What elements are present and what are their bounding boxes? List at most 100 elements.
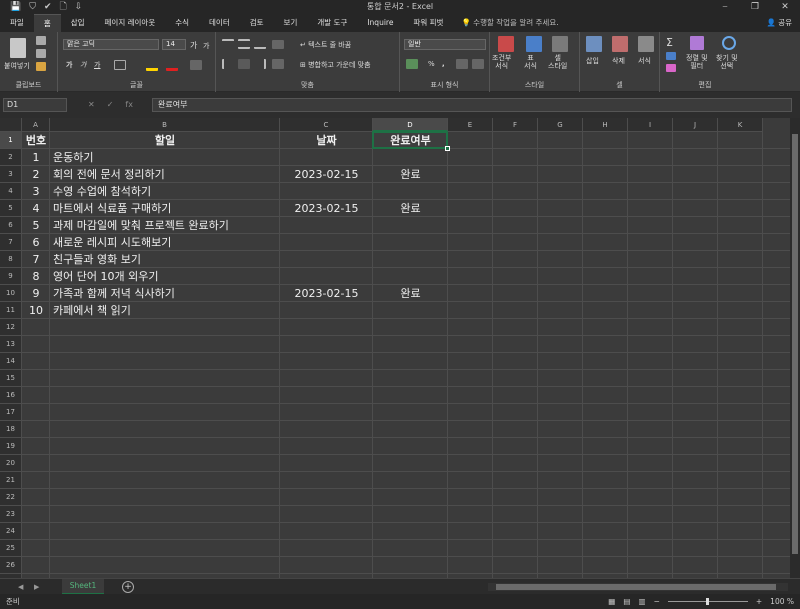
row-header-1[interactable]: 1: [0, 132, 22, 149]
increase-decimal-icon[interactable]: [456, 59, 468, 69]
cell-a2[interactable]: 1: [22, 149, 50, 166]
horizontal-scrollbar[interactable]: [488, 583, 788, 591]
cell-a6[interactable]: 5: [22, 217, 50, 234]
tab-insert[interactable]: 삽입: [61, 14, 95, 32]
zoom-slider[interactable]: [667, 598, 748, 605]
phonetic-icon[interactable]: [190, 60, 202, 70]
cell-b11[interactable]: 카페에서 책 읽기: [53, 302, 131, 319]
cell-c1[interactable]: 날짜: [280, 132, 373, 149]
cut-icon[interactable]: [36, 36, 46, 45]
cell-a9[interactable]: 8: [22, 268, 50, 285]
format-cells-icon[interactable]: [638, 36, 654, 52]
align-middle-icon[interactable]: [238, 39, 250, 49]
enter-icon[interactable]: ✓: [107, 98, 114, 112]
format-table-button[interactable]: 표 서식: [524, 54, 537, 70]
cell-b8[interactable]: 친구들과 영화 보기: [53, 251, 141, 268]
insert-cells-button[interactable]: 삽입: [586, 56, 599, 66]
name-box[interactable]: D1: [3, 98, 67, 112]
merge-center-button[interactable]: ⊞ 병합하고 가운데 맞춤: [300, 60, 371, 70]
row-header-19[interactable]: 19: [0, 438, 22, 455]
copy-icon[interactable]: [36, 49, 46, 58]
row-header-9[interactable]: 9: [0, 268, 22, 285]
prev-sheet-icon[interactable]: ◀: [18, 579, 23, 595]
minimize-button[interactable]: ⎯: [710, 0, 740, 14]
row-header-25[interactable]: 25: [0, 540, 22, 557]
column-header-i[interactable]: I: [628, 118, 673, 132]
maximize-button[interactable]: ❐: [740, 0, 770, 14]
page-layout-view-icon[interactable]: ▤: [623, 594, 630, 609]
row-header-5[interactable]: 5: [0, 200, 22, 217]
row-header-20[interactable]: 20: [0, 455, 22, 472]
select-all-corner[interactable]: [0, 118, 22, 132]
fill-icon[interactable]: [666, 52, 676, 60]
cell-a3[interactable]: 2: [22, 166, 50, 183]
page-break-view-icon[interactable]: ▥: [638, 594, 645, 609]
cancel-icon[interactable]: ✕: [88, 98, 95, 112]
next-sheet-icon[interactable]: ▶: [34, 579, 39, 595]
row-header-12[interactable]: 12: [0, 319, 22, 336]
cell-c3[interactable]: 2023-02-15: [280, 166, 373, 183]
number-format-dropdown[interactable]: 일반: [404, 39, 486, 50]
row-header-16[interactable]: 16: [0, 387, 22, 404]
find-select-icon[interactable]: [722, 36, 736, 50]
align-bottom-icon[interactable]: [254, 39, 266, 49]
row-header-22[interactable]: 22: [0, 489, 22, 506]
tab-power-pivot[interactable]: 파워 피벗: [403, 14, 453, 32]
row-header-11[interactable]: 11: [0, 302, 22, 319]
tab-view[interactable]: 보기: [274, 14, 308, 32]
cell-b4[interactable]: 수영 수업에 참석하기: [53, 183, 151, 200]
cell-b3[interactable]: 회의 전에 문서 정리하기: [53, 166, 165, 183]
conditional-format-button[interactable]: 조건부 서식: [492, 54, 511, 70]
paste-button[interactable]: 붙여넣기: [4, 61, 30, 71]
cell-d10[interactable]: 완료: [373, 285, 448, 302]
tab-review[interactable]: 검토: [240, 14, 274, 32]
cell-b1[interactable]: 할일: [50, 132, 280, 149]
tab-developer[interactable]: 개발 도구: [307, 14, 357, 32]
add-sheet-icon[interactable]: +: [122, 581, 134, 593]
conditional-format-icon[interactable]: [498, 36, 514, 52]
column-header-g[interactable]: G: [538, 118, 583, 132]
column-header-d[interactable]: D: [373, 118, 448, 132]
normal-view-icon[interactable]: ▦: [608, 594, 615, 609]
align-right-icon[interactable]: [254, 59, 266, 69]
align-center-icon[interactable]: [238, 59, 250, 69]
percent-button[interactable]: %: [428, 60, 435, 68]
column-header-e[interactable]: E: [448, 118, 493, 132]
row-header-26[interactable]: 26: [0, 557, 22, 574]
row-header-10[interactable]: 10: [0, 285, 22, 302]
sort-filter-button[interactable]: 정렬 및 필터: [686, 54, 708, 70]
format-painter-icon[interactable]: [36, 62, 46, 71]
tab-formulas[interactable]: 수식: [165, 14, 199, 32]
cell-styles-icon[interactable]: [552, 36, 568, 52]
row-header-7[interactable]: 7: [0, 234, 22, 251]
row-header-4[interactable]: 4: [0, 183, 22, 200]
row-header-6[interactable]: 6: [0, 217, 22, 234]
row-header-15[interactable]: 15: [0, 370, 22, 387]
horizontal-scroll-thumb[interactable]: [496, 584, 776, 590]
save-icon[interactable]: 💾: [10, 0, 21, 14]
indent-icon[interactable]: [272, 59, 284, 69]
row-header-24[interactable]: 24: [0, 523, 22, 540]
cell-d3[interactable]: 완료: [373, 166, 448, 183]
row-header-18[interactable]: 18: [0, 421, 22, 438]
cell-a7[interactable]: 6: [22, 234, 50, 251]
font-color-icon[interactable]: [166, 59, 178, 71]
new-document-icon[interactable]: 🗋: [60, 0, 67, 14]
cell-c5[interactable]: 2023-02-15: [280, 200, 373, 217]
cell-a8[interactable]: 7: [22, 251, 50, 268]
share-button[interactable]: 👤 공유: [766, 14, 792, 32]
cell-b10[interactable]: 가족과 함께 저녁 식사하기: [53, 285, 175, 302]
insert-cells-icon[interactable]: [586, 36, 602, 52]
zoom-level[interactable]: 100 %: [770, 594, 794, 609]
format-cells-button[interactable]: 서식: [638, 56, 651, 66]
zoom-in-icon[interactable]: +: [756, 594, 762, 609]
orientation-icon[interactable]: [272, 40, 284, 49]
fx-icon[interactable]: fx: [125, 98, 133, 112]
row-header-17[interactable]: 17: [0, 404, 22, 421]
row-header-21[interactable]: 21: [0, 472, 22, 489]
cell-b7[interactable]: 새로운 레시피 시도해보기: [53, 234, 171, 251]
font-name-dropdown[interactable]: 맑은 고딕: [63, 39, 159, 50]
column-header-f[interactable]: F: [493, 118, 538, 132]
cell-b5[interactable]: 마트에서 식료품 구매하기: [53, 200, 171, 217]
cell-a1[interactable]: 번호: [22, 132, 50, 149]
